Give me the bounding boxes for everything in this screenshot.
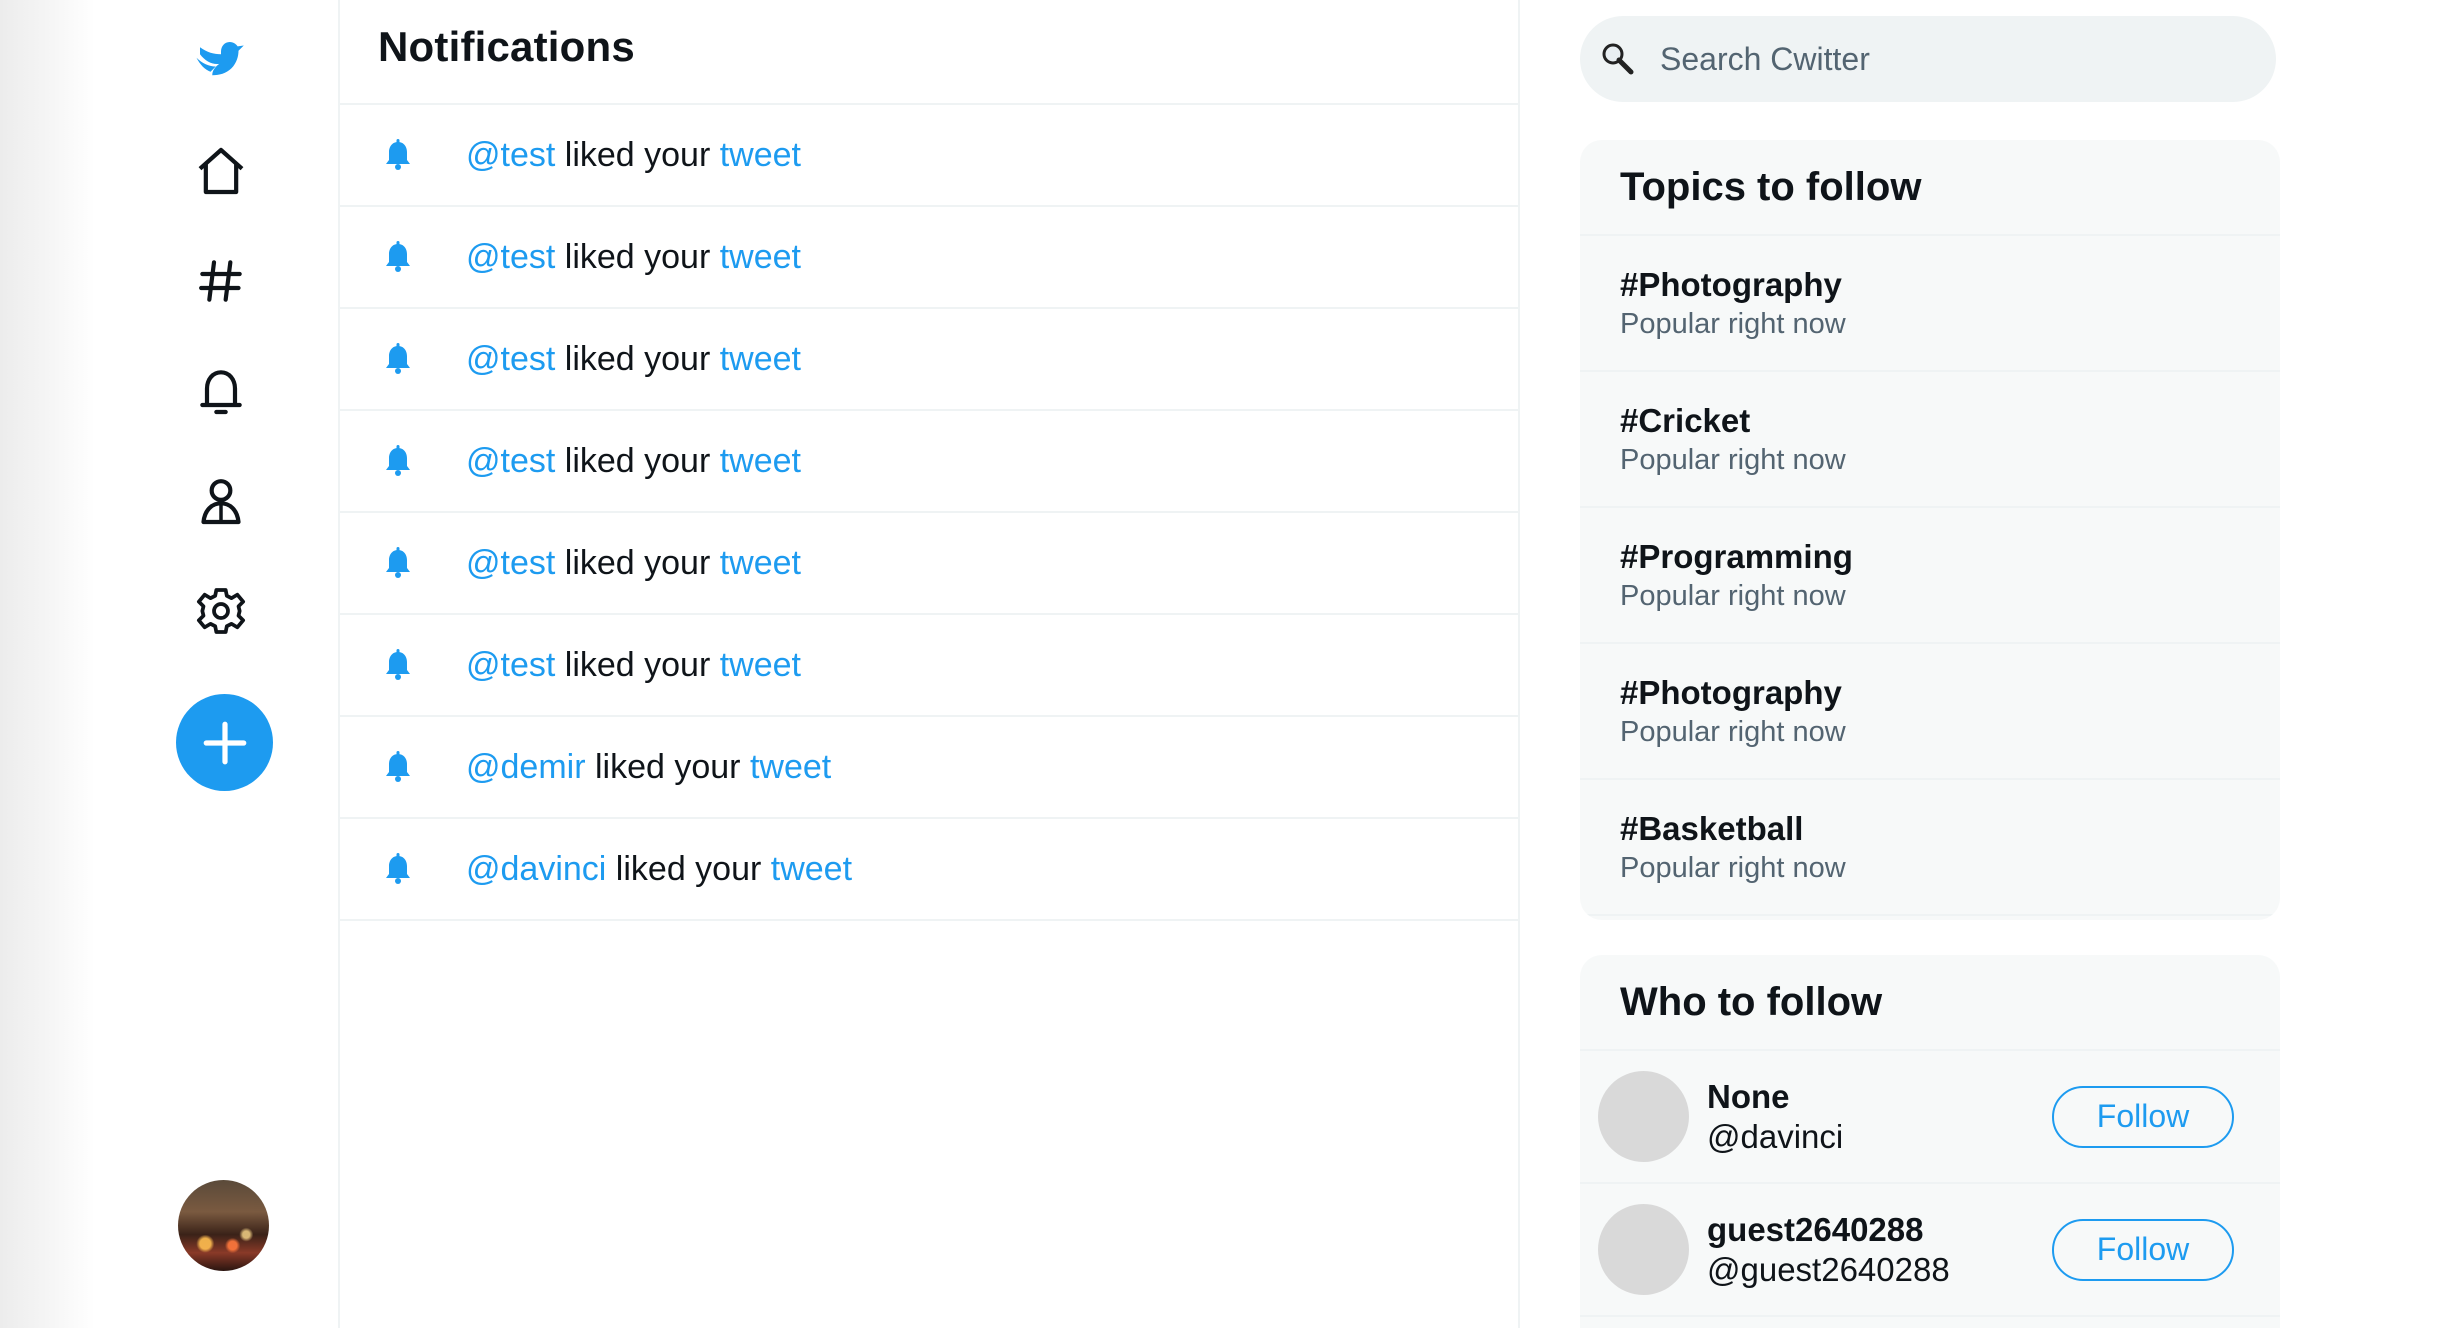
- search-icon: [1602, 43, 1634, 75]
- follow-button[interactable]: Follow: [2052, 1218, 2234, 1281]
- topics-panel: Topics to follow #Photography Popular rig…: [1580, 140, 2280, 920]
- follow-button[interactable]: Follow: [2052, 1085, 2234, 1148]
- notification-action: liked your: [555, 237, 720, 276]
- topic-item[interactable]: #Photography Popular right now: [1580, 644, 2280, 780]
- topic-subtitle: Popular right now: [1620, 715, 1846, 748]
- topic-item[interactable]: #Programming Popular right now: [1580, 508, 2280, 644]
- who-name: None: [1707, 1077, 1790, 1115]
- topic-item[interactable]: #Basketball Popular right now: [1580, 780, 2280, 916]
- bell-icon: [380, 647, 416, 683]
- notification-row[interactable]: @davinci liked your tweet: [340, 819, 1518, 921]
- bell-icon: [380, 749, 416, 785]
- page-title: Notifications: [378, 22, 635, 70]
- who-title: Who to follow: [1580, 955, 2280, 1051]
- who-info: guest2640288 @guest2640288: [1707, 1211, 1950, 1289]
- notification-row[interactable]: @test liked your tweet: [340, 411, 1518, 513]
- notification-row[interactable]: @demir liked your tweet: [340, 717, 1518, 819]
- notification-user-link[interactable]: @test: [466, 646, 555, 684]
- avatar[interactable]: [1598, 1204, 1689, 1295]
- topics-title: Topics to follow: [1580, 140, 2280, 236]
- notification-tweet-link[interactable]: tweet: [750, 748, 831, 786]
- profile-icon[interactable]: [180, 460, 262, 542]
- topic-subtitle: Popular right now: [1620, 443, 1846, 476]
- notification-action: liked your: [555, 441, 720, 480]
- notification-action: liked your: [585, 747, 750, 786]
- topic-subtitle: Popular right now: [1620, 307, 1846, 340]
- notification-text: @test liked your tweet: [466, 340, 801, 379]
- bell-icon: [380, 239, 416, 275]
- notification-text: @demir liked your tweet: [466, 748, 831, 787]
- notification-text: @test liked your tweet: [466, 646, 801, 685]
- bird-logo-icon[interactable]: [180, 22, 262, 104]
- bell-icon: [380, 137, 416, 173]
- notification-action: liked your: [555, 339, 720, 378]
- hashtag-icon[interactable]: [180, 240, 262, 322]
- bell-icon: [380, 851, 416, 887]
- avatar[interactable]: [178, 1180, 269, 1271]
- bell-icon: [380, 545, 416, 581]
- notification-tweet-link[interactable]: tweet: [720, 646, 801, 684]
- who-name: guest2640288: [1707, 1210, 1924, 1248]
- who-handle: @davinci: [1707, 1117, 1844, 1155]
- notification-row[interactable]: @test liked your tweet: [340, 513, 1518, 615]
- topic-name: #Photography: [1620, 673, 1842, 711]
- notification-action: liked your: [555, 543, 720, 582]
- topic-name: #Cricket: [1620, 401, 1751, 439]
- who-to-follow-item: None @davinci Follow: [1580, 1051, 2280, 1184]
- notification-action: liked your: [555, 135, 720, 174]
- notification-text: @test liked your tweet: [466, 442, 801, 481]
- notification-user-link[interactable]: @davinci: [466, 850, 606, 888]
- gear-icon[interactable]: [180, 570, 262, 652]
- notification-text: @test liked your tweet: [466, 238, 801, 277]
- notification-user-link[interactable]: @test: [466, 136, 555, 174]
- bell-icon: [380, 341, 416, 377]
- notification-tweet-link[interactable]: tweet: [720, 238, 801, 276]
- compose-button[interactable]: [176, 694, 273, 791]
- plus-icon: [203, 721, 246, 764]
- topic-item[interactable]: #Cricket Popular right now: [1580, 372, 2280, 508]
- main-column: Notifications @test liked your tweet @tes…: [340, 0, 1520, 1328]
- notification-user-link[interactable]: @test: [466, 544, 555, 582]
- main-header: Notifications: [340, 0, 1518, 105]
- notification-user-link[interactable]: @test: [466, 238, 555, 276]
- notification-text: @test liked your tweet: [466, 544, 801, 583]
- notification-user-link[interactable]: @demir: [466, 748, 586, 786]
- notification-row[interactable]: @test liked your tweet: [340, 309, 1518, 411]
- search-input[interactable]: [1660, 40, 2220, 78]
- who-list: None @davinci Follow guest2640288 @guest2640…: [1580, 1051, 2280, 1317]
- who-handle: @guest2640288: [1707, 1250, 1950, 1288]
- topic-name: #Basketball: [1620, 809, 1804, 847]
- notification-tweet-link[interactable]: tweet: [720, 340, 801, 378]
- notification-text: @davinci liked your tweet: [466, 850, 852, 889]
- topic-name: #Programming: [1620, 537, 1853, 575]
- notification-tweet-link[interactable]: tweet: [720, 136, 801, 174]
- notification-action: liked your: [606, 849, 771, 888]
- bell-icon: [380, 443, 416, 479]
- notification-user-link[interactable]: @test: [466, 340, 555, 378]
- topic-subtitle: Popular right now: [1620, 579, 1846, 612]
- who-to-follow-item: guest2640288 @guest2640288 Follow: [1580, 1184, 2280, 1317]
- avatar[interactable]: [1598, 1071, 1689, 1162]
- page-edge-shadow: [0, 0, 95, 1328]
- notification-row[interactable]: @test liked your tweet: [340, 615, 1518, 717]
- who-info: None @davinci: [1707, 1078, 1843, 1156]
- notification-tweet-link[interactable]: tweet: [720, 442, 801, 480]
- notification-action: liked your: [555, 645, 720, 684]
- notification-list: @test liked your tweet @test liked your t…: [340, 105, 1518, 921]
- bell-icon[interactable]: [180, 350, 262, 432]
- notification-text: @test liked your tweet: [466, 136, 801, 175]
- notification-user-link[interactable]: @test: [466, 442, 555, 480]
- notification-tweet-link[interactable]: tweet: [771, 850, 852, 888]
- topic-subtitle: Popular right now: [1620, 851, 1846, 884]
- topic-list: #Photography Popular right now #Cricket Pop…: [1580, 236, 2280, 916]
- home-icon[interactable]: [180, 130, 262, 212]
- notification-tweet-link[interactable]: tweet: [720, 544, 801, 582]
- who-to-follow-panel: Who to follow None @davinci Follow guest264…: [1580, 955, 2280, 1328]
- topic-name: #Photography: [1620, 265, 1842, 303]
- notification-row[interactable]: @test liked your tweet: [340, 105, 1518, 207]
- notification-row[interactable]: @test liked your tweet: [340, 207, 1518, 309]
- topic-item[interactable]: #Photography Popular right now: [1580, 236, 2280, 372]
- search-box[interactable]: [1580, 16, 2276, 102]
